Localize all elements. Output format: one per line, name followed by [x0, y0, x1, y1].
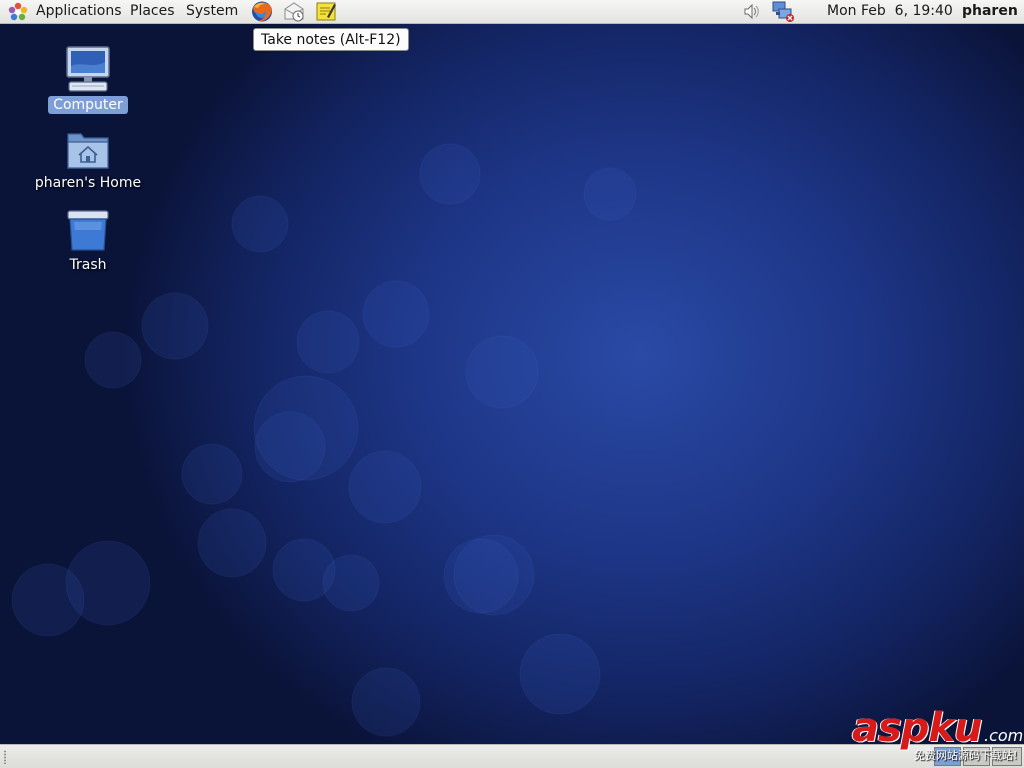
volume-control[interactable]	[738, 0, 764, 23]
clock[interactable]: Mon Feb 6, 19:40	[827, 0, 953, 23]
watermark-subtitle: 免费网站源码下载站!	[914, 749, 1018, 762]
launcher-tooltip: Take notes (Alt-F12)	[253, 28, 409, 51]
desktop-background[interactable]: Computer pharen's Home Trash	[0, 24, 1024, 744]
menu-system[interactable]: System	[186, 0, 238, 23]
firefox-icon	[252, 1, 272, 22]
home-folder-icon	[67, 133, 109, 169]
top-panel: Applications Places System Mon Feb 6, 19…	[0, 0, 1024, 24]
notes-launcher[interactable]	[313, 0, 339, 23]
desktop-icon-home[interactable]: pharen's Home	[28, 128, 148, 192]
user-switcher[interactable]: pharen	[962, 0, 1018, 23]
mail-launcher[interactable]	[281, 0, 307, 23]
menu-applications[interactable]: Applications	[36, 0, 122, 23]
firefox-launcher[interactable]	[249, 0, 275, 23]
bubble-wallpaper-pattern	[11, 143, 637, 737]
desktop-icon-label: Computer	[48, 96, 128, 114]
menu-places[interactable]: Places	[130, 0, 175, 23]
computer-icon	[66, 46, 110, 92]
desktop-icon-label: pharen's Home	[34, 175, 142, 191]
watermark-logo-text: aspku	[852, 705, 983, 751]
desktop-icon-trash[interactable]: Trash	[28, 208, 148, 274]
network-status[interactable]	[770, 0, 796, 23]
trash-icon	[67, 210, 109, 251]
mail-clock-icon	[284, 2, 304, 22]
fedora-logo-icon[interactable]	[7, 2, 29, 22]
desktop-icon-label: Trash	[69, 257, 107, 273]
aspku-watermark: aspku .com 免费网站源码下载站!	[852, 706, 1024, 768]
desktop-icon-computer[interactable]: Computer	[28, 44, 148, 114]
volume-icon	[744, 3, 759, 20]
network-disconnected-icon	[772, 1, 794, 22]
watermark-domain-suffix: .com	[984, 726, 1024, 745]
notes-icon	[316, 2, 336, 21]
panel-grip-handle[interactable]	[3, 750, 7, 764]
